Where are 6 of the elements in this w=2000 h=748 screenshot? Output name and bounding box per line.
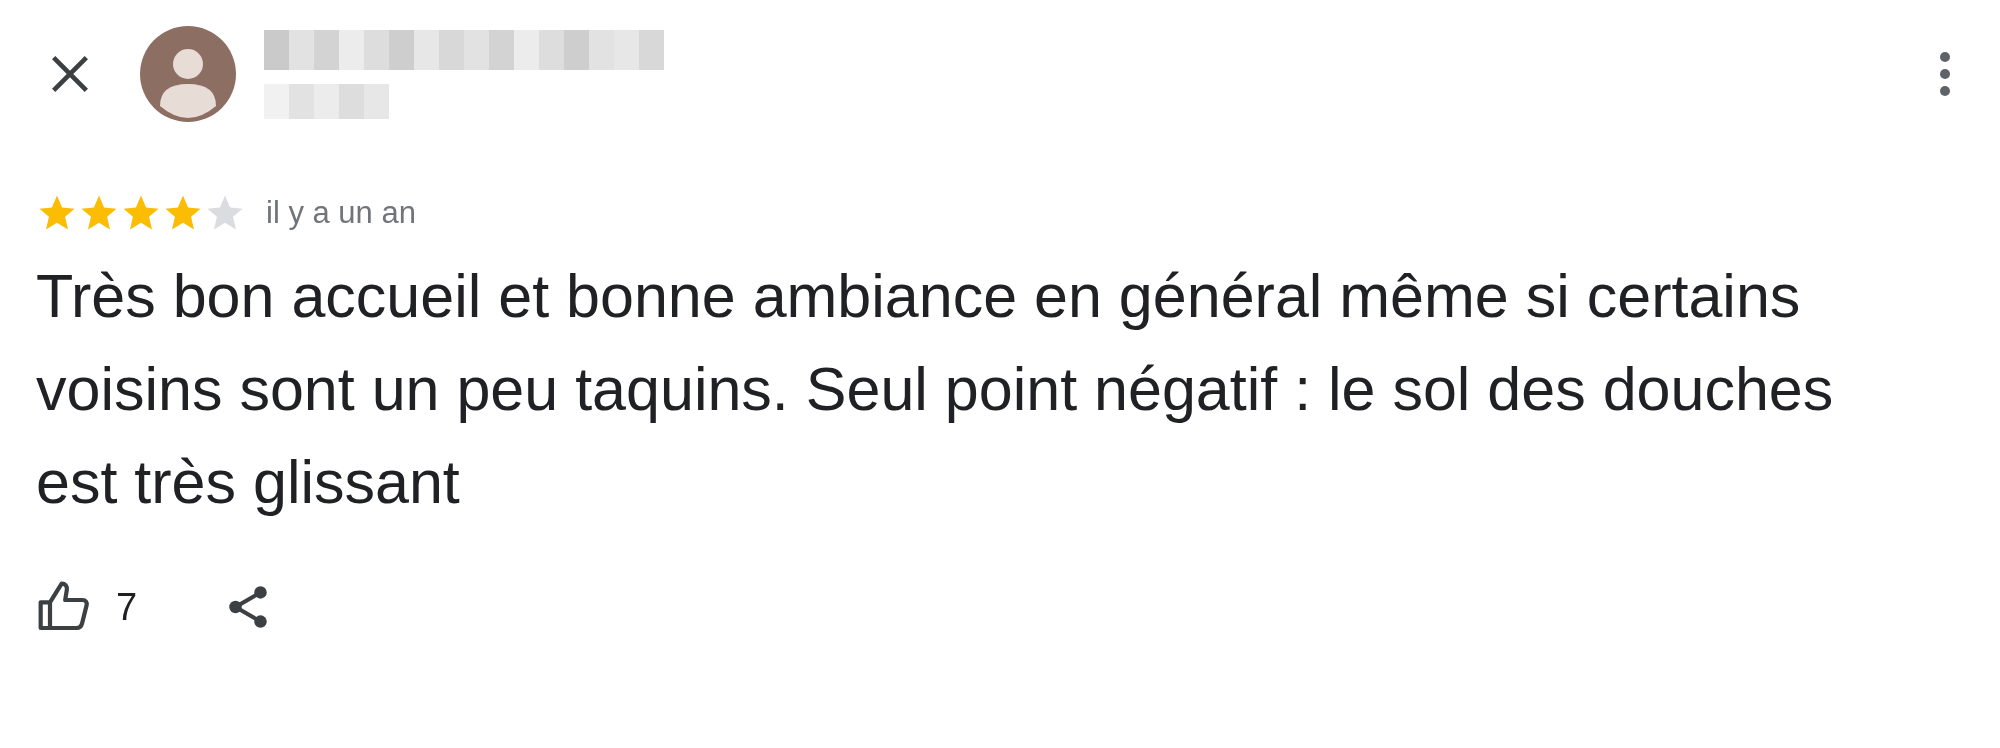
review-time: il y a un an (266, 195, 416, 231)
like-count: 7 (116, 585, 138, 629)
avatar-icon (140, 26, 236, 122)
like-button[interactable]: 7 (36, 579, 138, 635)
more-options-icon[interactable] (1940, 52, 1950, 96)
review-text: Très bon accueil et bonne ambiance en général même si certains voisins sont un peu taquins. Seul point négatif : le sol des douches est très glissant (36, 261, 1835, 518)
